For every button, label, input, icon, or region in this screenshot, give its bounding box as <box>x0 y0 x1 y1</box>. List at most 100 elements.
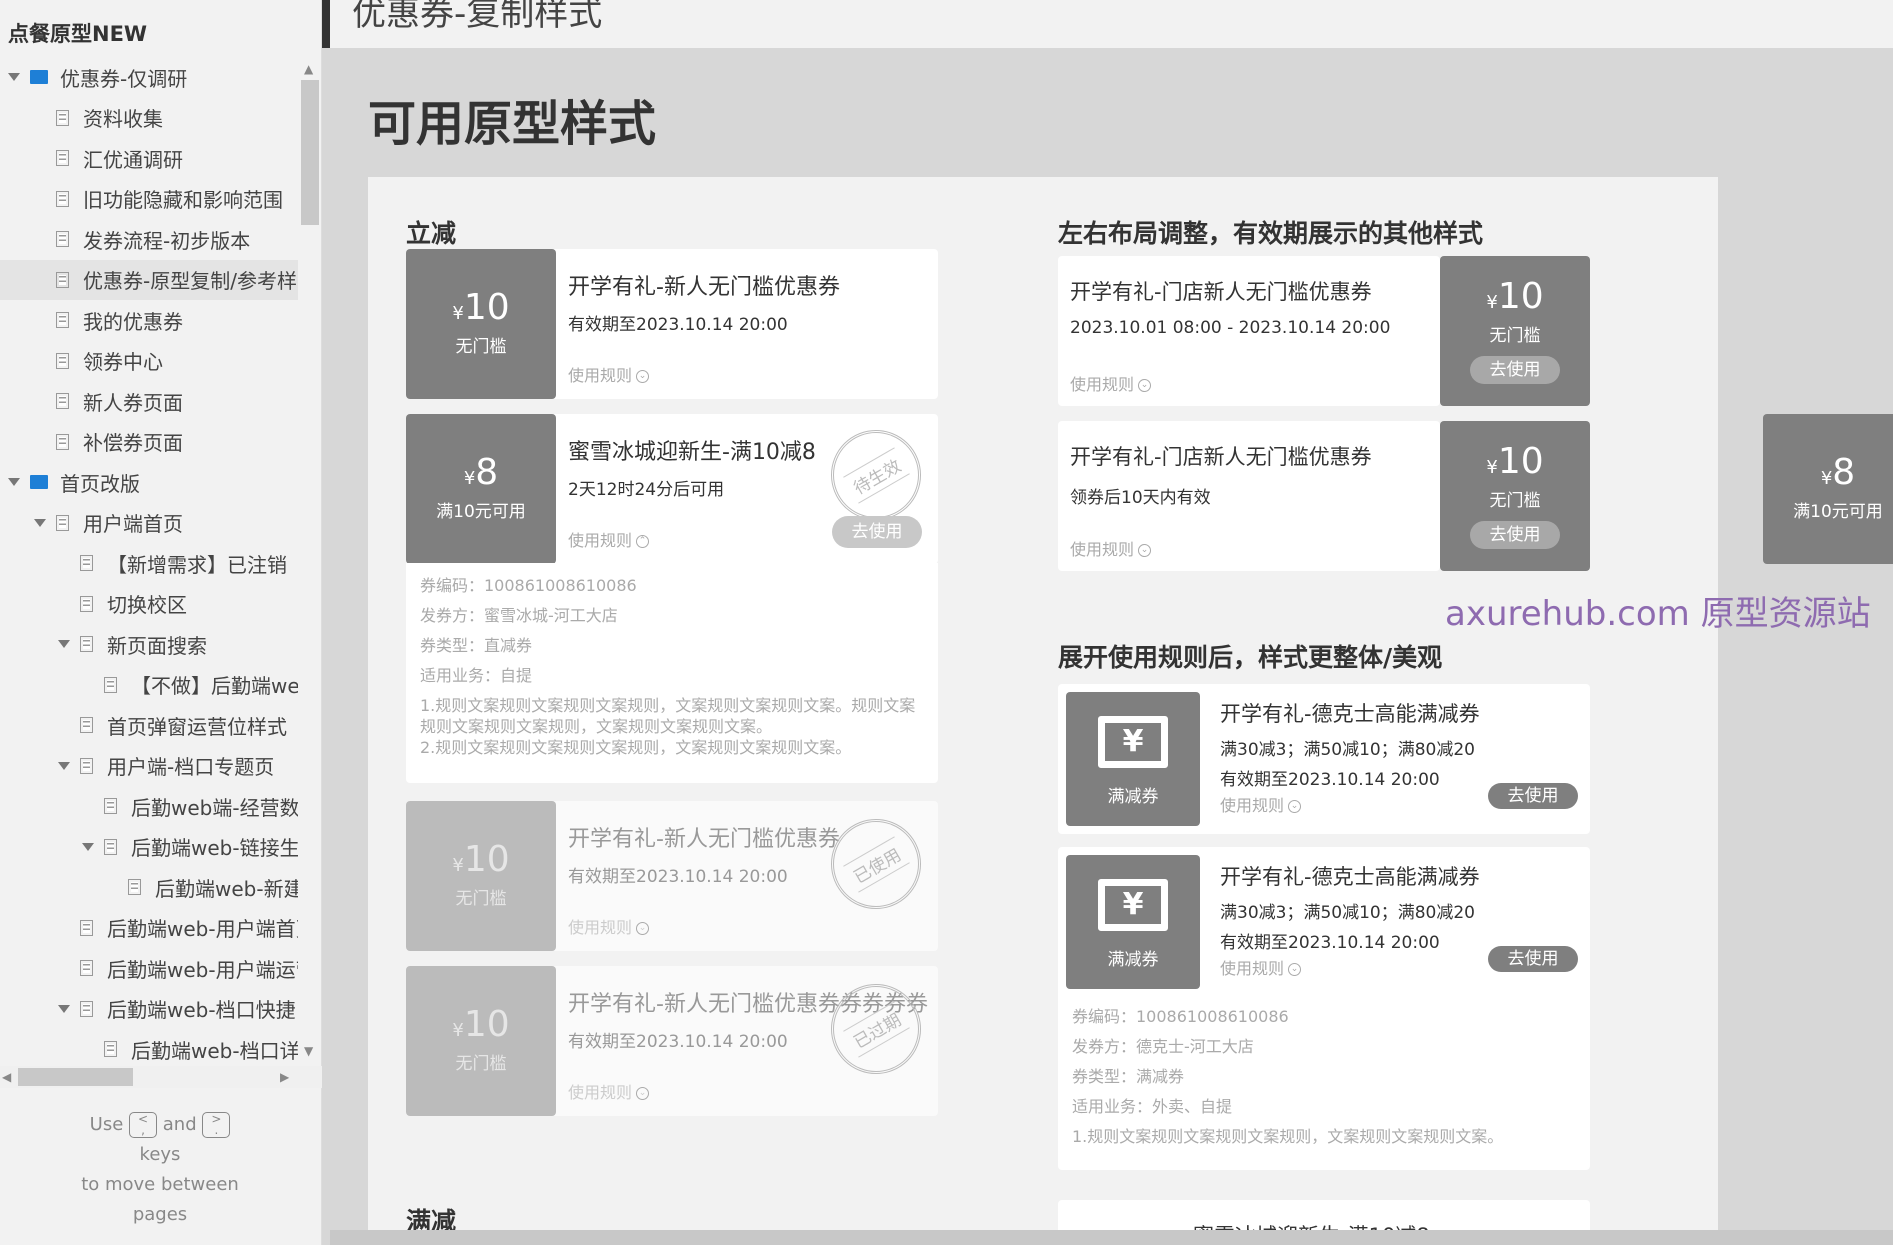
rules-toggle[interactable]: 使用规则 ⌄ <box>568 914 650 938</box>
rules-label: 使用规则 <box>568 366 633 385</box>
use-button[interactable]: 去使用 <box>1488 946 1578 972</box>
coupon-card[interactable]: ¥ 满减券 开学有礼-德克士高能满减券 满30减3；满50减10；满80减20 … <box>1058 847 1590 1170</box>
tree-item[interactable]: 后勤端web-新建 <box>0 867 298 907</box>
expand-caret-icon[interactable] <box>58 1004 70 1013</box>
tree-item[interactable]: 后勤端web-链接生成 <box>0 827 298 867</box>
tree-item-label: 后勤端web-档口快捷 <box>107 998 296 1022</box>
coupon-stub: ¥10 无门槛 去使用 <box>1440 256 1590 406</box>
tree-item[interactable]: 用户端-档口专题页 <box>0 746 298 786</box>
tree-item[interactable]: 首页弹窗运营位样式 <box>0 705 298 745</box>
tree-scroll-thumb[interactable] <box>301 80 319 225</box>
page-icon <box>56 312 69 328</box>
coupon-card[interactable]: 开学有礼-门店新人无门槛优惠券 领券后10天内有效 使用规则 ⌄ ¥10 无门槛 … <box>1058 421 1590 571</box>
rules-toggle[interactable]: 使用规则 ⌄ <box>568 1079 650 1103</box>
project-title: 点餐原型NEW <box>8 22 148 46</box>
coupon-card[interactable]: ¥10 无门槛 开学有礼-新人无门槛优惠券 有效期至2023.10.14 20:… <box>406 249 938 399</box>
page-icon <box>80 555 93 571</box>
tree-item-label: 后勤端web-档口详情 <box>131 1038 298 1063</box>
page-icon <box>56 514 69 531</box>
page-icon <box>80 1000 93 1017</box>
rules-toggle[interactable]: 使用规则 ⌄ <box>1070 371 1152 395</box>
use-button[interactable]: 去使用 <box>832 516 922 548</box>
tree-item[interactable]: 领券中心 <box>0 341 298 381</box>
tree-item[interactable]: 优惠券-仅调研 <box>0 57 298 97</box>
tree-item[interactable]: 【新增需求】已注销 <box>0 543 298 583</box>
rules-toggle[interactable]: 使用规则 ⌃ <box>568 527 650 551</box>
page-icon <box>56 109 69 126</box>
use-button[interactable]: 去使用 <box>1470 521 1560 549</box>
tree-item[interactable]: 后勤端web-用户端运营 <box>0 948 298 988</box>
coupon-issuer: 发券方：蜜雪冰城-河工大店 <box>420 606 618 625</box>
coupon-details-panel: 券编码：100861008610086 发券方：蜜雪冰城-河工大店 券类型：直减… <box>406 563 938 783</box>
main-horizontal-scrollbar[interactable] <box>330 1230 1893 1245</box>
expand-caret-icon[interactable] <box>58 761 70 770</box>
coupon-stub: ¥10 无门槛 <box>406 801 556 951</box>
tree-item[interactable]: 旧功能隐藏和影响范围 <box>0 179 298 219</box>
use-button[interactable]: 去使用 <box>1470 356 1560 384</box>
use-button[interactable]: 去使用 <box>1488 783 1578 809</box>
page-icon <box>56 190 69 207</box>
coupon-card[interactable]: ¥10 无门槛 开学有礼-新人无门槛优惠券 有效期至2023.10.14 20:… <box>406 801 938 951</box>
coupon-amount: 8 <box>1832 452 1856 493</box>
chevron-down-icon: ⌄ <box>1288 963 1302 976</box>
coupon-tiers: 满30减3；满50减10；满80减20 <box>1220 903 1475 923</box>
scroll-up-icon[interactable]: ▲ <box>304 62 313 76</box>
tree-hscroll-thumb[interactable] <box>18 1068 133 1086</box>
tree-item[interactable]: 我的优惠券 <box>0 300 298 340</box>
coupon-amount: 10 <box>463 839 510 880</box>
scroll-down-icon[interactable]: ▼ <box>304 1044 313 1058</box>
coupon-issuer: 发券方：德克士-河工大店 <box>1072 1037 1254 1056</box>
coupon-validity: 有效期至2023.10.14 20:00 <box>1220 770 1440 790</box>
chevron-down-icon: ⌄ <box>636 370 650 383</box>
expand-caret-icon[interactable] <box>82 842 94 851</box>
tree-item[interactable]: 新人券页面 <box>0 381 298 421</box>
expand-caret-icon[interactable] <box>34 518 46 527</box>
coupon-card[interactable]: ¥ 满减券 开学有礼-德克士高能满减券 满30减3；满50减10；满80减20 … <box>1058 684 1590 834</box>
coupon-stub: ¥8 满10元可用 <box>406 414 556 564</box>
tree-item[interactable]: 汇优通调研 <box>0 138 298 178</box>
tree-item[interactable]: 新页面搜索 <box>0 624 298 664</box>
page-title: 优惠券-复制样式 <box>352 0 603 34</box>
expand-caret-icon[interactable] <box>8 73 20 81</box>
coupon-info: 开学有礼-门店新人无门槛优惠券 2023.10.01 08:00 - 2023.… <box>1058 256 1440 406</box>
coupon-card[interactable]: ¥10 无门槛 开学有礼-新人无门槛优惠券券券券券 有效期至2023.10.14… <box>406 966 938 1116</box>
coupon-amount: 10 <box>1497 276 1544 317</box>
coupon-condition: 满10元可用 <box>1793 502 1883 522</box>
tree-item-label: 新页面搜索 <box>107 633 207 658</box>
tree-item[interactable]: 【不做】后勤端web <box>0 665 298 705</box>
currency: ¥ <box>1486 457 1498 478</box>
rules-toggle[interactable]: 使用规则 ⌄ <box>568 362 650 386</box>
tree-item[interactable]: 补偿券页面 <box>0 422 298 462</box>
coupon-card[interactable]: ¥8 满10元可用 蜜雪冰城迎新生-满10减8 2天12时24分后可用 使用规则… <box>406 414 938 564</box>
coupon-card[interactable]: 开学有礼-门店新人无门槛优惠券 2023.10.01 08:00 - 2023.… <box>1058 256 1590 406</box>
tree-item[interactable]: 首页改版 <box>0 462 298 502</box>
tree-item[interactable]: 后勤web端-经营数据 <box>0 786 298 826</box>
key-label: . <box>214 1123 219 1137</box>
coupon-condition: 无门槛 <box>1489 491 1541 511</box>
expand-caret-icon[interactable] <box>58 640 70 648</box>
coupon-title: 开学有礼-德克士高能满减券 <box>1220 865 1480 889</box>
rules-toggle[interactable]: 使用规则 ⌄ <box>1220 792 1302 816</box>
rules-label: 使用规则 <box>1070 540 1135 559</box>
tree-item[interactable]: 发券流程-初步版本 <box>0 219 298 259</box>
scroll-left-icon[interactable]: ◀ <box>2 1070 11 1084</box>
tree-item[interactable]: 优惠券-原型复制/参考样式 <box>0 259 298 300</box>
scroll-right-icon[interactable]: ▶ <box>280 1070 289 1084</box>
tree-item[interactable]: 后勤端web-档口详情 <box>0 1029 298 1069</box>
coupon-condition: 无门槛 <box>455 1054 507 1074</box>
tree-item[interactable]: 后勤端web-档口快捷 <box>0 989 298 1029</box>
page-icon <box>104 1041 117 1057</box>
tree-item-label: 我的优惠券 <box>83 309 183 334</box>
rules-toggle[interactable]: 使用规则 ⌄ <box>1220 955 1302 979</box>
chevron-down-icon: ⌄ <box>636 922 650 935</box>
page-icon <box>80 717 93 733</box>
tree-item[interactable]: 用户端首页 <box>0 503 298 543</box>
tree-item-label: 旧功能隐藏和影响范围 <box>83 188 283 212</box>
expand-caret-icon[interactable] <box>8 478 20 486</box>
rules-toggle[interactable]: 使用规则 ⌄ <box>1070 536 1152 560</box>
tree-item[interactable]: 资料收集 <box>0 98 298 138</box>
hint-text: pages <box>132 1204 188 1225</box>
tree-item[interactable]: 切换校区 <box>0 584 298 624</box>
prev-key-icon: <, <box>129 1112 158 1138</box>
tree-item[interactable]: 后勤端web-用户端首页 <box>0 908 298 948</box>
